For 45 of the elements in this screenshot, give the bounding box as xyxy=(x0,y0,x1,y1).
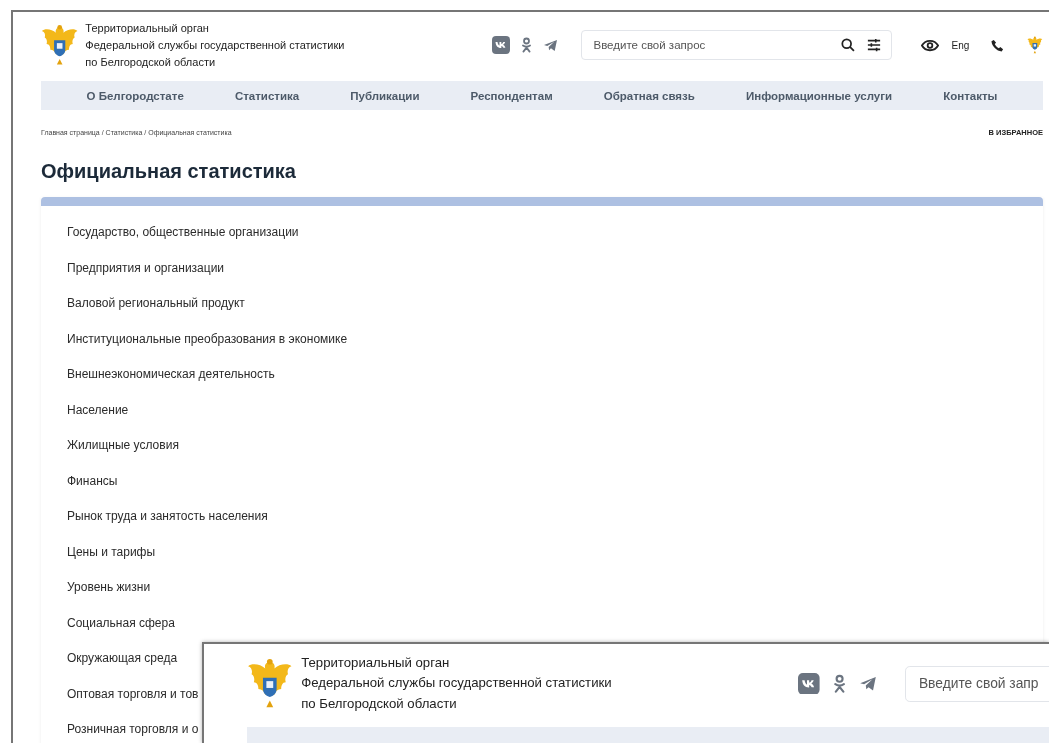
org-name-line: Территориальный орган xyxy=(85,20,210,36)
category-link[interactable]: Государство, общественные организации xyxy=(67,215,299,251)
nav-item[interactable]: Статистика xyxy=(234,89,300,102)
page-title: Официальная статистика xyxy=(41,159,297,184)
eye-icon[interactable] xyxy=(921,38,940,52)
search-field[interactable]: Введите свой запр xyxy=(904,665,1049,702)
category-link[interactable]: Финансы xyxy=(67,463,118,499)
filter-sliders-icon[interactable] xyxy=(867,38,882,52)
nav-item[interactable]: Публикации xyxy=(350,89,420,102)
emblem-icon xyxy=(1027,36,1043,54)
category-link[interactable]: Жилищные условия xyxy=(67,428,179,464)
person-icon[interactable] xyxy=(521,37,533,53)
emblem-icon xyxy=(247,657,293,710)
language-link[interactable]: Eng xyxy=(951,39,970,51)
category-link[interactable]: Рынок труда и занятость населения xyxy=(67,499,268,535)
search-icon[interactable] xyxy=(841,38,856,52)
category-link[interactable]: Валовой региональный продукт xyxy=(67,286,245,322)
org-name-line: по Белгородской области xyxy=(301,694,458,713)
org-name-line: Федеральной службы государственной статистики xyxy=(85,37,346,53)
emblem-icon xyxy=(41,23,79,67)
paper-plane-icon[interactable] xyxy=(543,38,559,52)
nav-item[interactable]: Респондентам xyxy=(470,89,553,102)
category-link[interactable]: Окружающая среда xyxy=(67,641,178,677)
org-name-line: по Белгородской области xyxy=(85,54,217,70)
category-link[interactable]: Социальная сфера xyxy=(67,605,175,641)
person-icon[interactable] xyxy=(832,674,846,694)
org-name-line: Территориальный орган xyxy=(301,654,451,672)
category-link[interactable]: Оптовая торговля и тов xyxy=(67,676,199,712)
category-link[interactable]: Уровень жизни xyxy=(67,570,151,606)
category-link[interactable]: Розничная торговля и о xyxy=(67,712,199,743)
category-link[interactable]: Институциональные преобразования в экономике xyxy=(67,321,348,357)
phone-icon[interactable] xyxy=(991,38,1005,52)
paper-plane-icon[interactable] xyxy=(859,675,878,692)
org-name-line: Федеральной службы государственной статистики xyxy=(301,674,613,693)
nav-item[interactable]: Контакты xyxy=(943,89,998,102)
category-link[interactable]: Цены и тарифы xyxy=(67,534,156,570)
category-link[interactable]: Население xyxy=(67,392,129,428)
nav-item[interactable]: Информационные услуги xyxy=(745,89,893,102)
vk-icon[interactable] xyxy=(797,672,820,695)
search-field[interactable]: Введите свой запрос xyxy=(581,30,893,60)
vk-icon[interactable] xyxy=(492,36,511,54)
category-link[interactable]: Внешнеэкономическая деятельность xyxy=(67,357,275,393)
nav-item[interactable]: Обратная связь xyxy=(603,89,695,102)
category-link[interactable]: Предприятия и организации xyxy=(67,250,225,286)
nav-item[interactable]: О Белгородстате xyxy=(86,89,184,102)
